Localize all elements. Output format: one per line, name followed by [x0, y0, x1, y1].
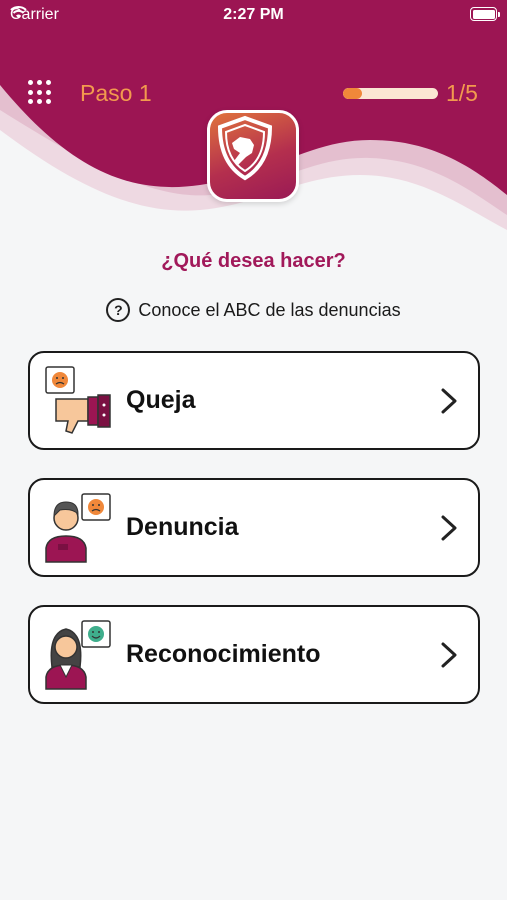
step-title: Paso 1	[80, 80, 152, 106]
status-time: 2:27 PM	[223, 6, 284, 23]
grid-menu-icon[interactable]	[28, 80, 53, 105]
option-denuncia[interactable]: Denuncia	[28, 478, 480, 577]
option-label: Denuncia	[126, 512, 239, 541]
status-bar: Carrier 2:27 PM	[0, 0, 507, 30]
abc-denuncias-link[interactable]: ? Conoce el ABC de las denuncias	[0, 298, 507, 322]
option-label: Reconocimiento	[126, 639, 321, 668]
chevron-right-icon	[441, 515, 457, 541]
option-label: Queja	[126, 385, 196, 414]
shield-hand-icon	[217, 115, 273, 181]
question-circle-icon: ?	[106, 298, 131, 322]
woman-recognition-icon	[45, 620, 111, 690]
option-reconocimiento[interactable]: Reconocimiento	[28, 605, 480, 704]
battery-icon	[470, 7, 500, 21]
chevron-right-icon	[441, 642, 457, 668]
app-logo	[207, 110, 299, 202]
step-progress-fill	[343, 88, 362, 99]
header: Carrier 2:27 PM Paso 1 1/5	[0, 0, 507, 240]
question-heading: ¿Qué desea hacer?	[161, 250, 346, 272]
thumbs-down-complaint-icon	[45, 366, 111, 434]
man-report-icon	[45, 493, 111, 563]
option-queja[interactable]: Queja	[28, 351, 480, 450]
step-progress-bar	[343, 88, 438, 99]
abc-link-label: Conoce el ABC de las denuncias	[138, 299, 401, 320]
chevron-right-icon	[441, 388, 457, 414]
step-progress-count: 1/5	[446, 80, 478, 106]
